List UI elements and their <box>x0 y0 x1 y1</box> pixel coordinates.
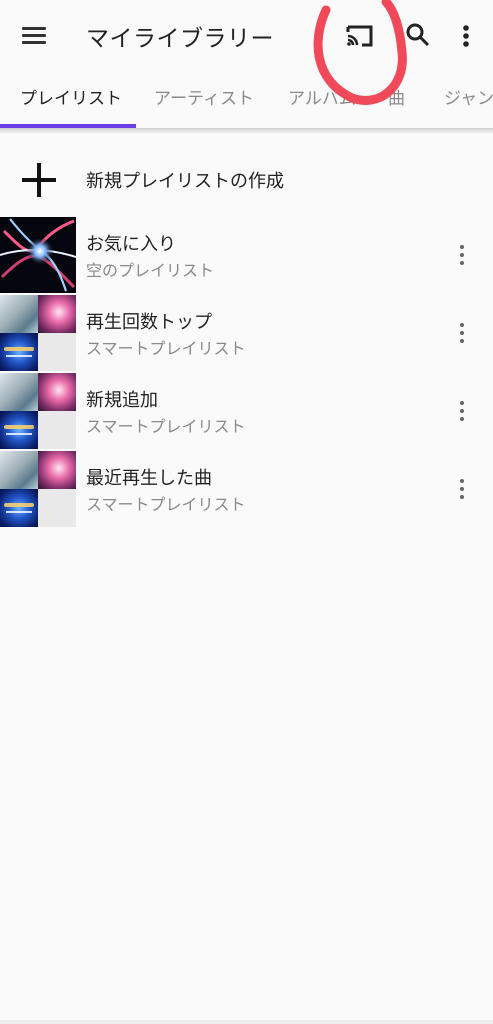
list-item[interactable]: 最近再生した曲 スマートプレイリスト <box>0 451 493 529</box>
tab-albums[interactable]: アルバム <box>288 72 356 128</box>
playlist-artwork <box>0 295 76 371</box>
plus-icon <box>22 163 56 197</box>
more-vert-icon[interactable] <box>448 473 476 505</box>
tabs-divider <box>0 128 493 134</box>
list-item[interactable]: 新規追加 スマートプレイリスト <box>0 373 493 451</box>
list-item[interactable]: 再生回数トップ スマートプレイリスト <box>0 295 493 373</box>
app-bar: マイライブラリー <box>0 0 493 72</box>
playlist-artwork <box>0 373 76 449</box>
playlist-artwork <box>0 451 76 527</box>
create-playlist-label: 新規プレイリストの作成 <box>86 171 284 192</box>
more-vert-icon[interactable] <box>448 317 476 349</box>
cast-icon[interactable] <box>340 18 380 54</box>
bottom-edge <box>0 1020 493 1024</box>
playlist-title: 新規追加 <box>86 390 158 411</box>
page-title: マイライブラリー <box>86 26 274 52</box>
tab-songs[interactable]: 曲 <box>388 72 405 128</box>
more-vert-icon[interactable] <box>448 395 476 427</box>
app-screen: マイライブラリー プレイリスト アーティスト アルバム 曲 ジャン 新規プレイリ… <box>0 0 493 1024</box>
playlist-title: 最近再生した曲 <box>86 468 212 489</box>
more-vert-icon[interactable] <box>448 239 476 271</box>
more-vert-icon[interactable] <box>452 18 480 54</box>
playlist-subtitle: スマートプレイリスト <box>86 417 246 436</box>
tab-artists[interactable]: アーティスト <box>154 72 254 128</box>
search-icon[interactable] <box>400 18 436 54</box>
tab-genres[interactable]: ジャンル <box>444 72 493 128</box>
create-playlist-button[interactable]: 新規プレイリストの作成 <box>0 150 493 210</box>
playlist-subtitle: スマートプレイリスト <box>86 495 246 514</box>
tab-playlists[interactable]: プレイリスト <box>20 72 122 128</box>
playlist-artwork <box>0 217 76 293</box>
menu-icon[interactable] <box>14 20 54 52</box>
list-item[interactable]: お気に入り 空のプレイリスト <box>0 217 493 295</box>
library-tabs: プレイリスト アーティスト アルバム 曲 ジャンル <box>0 72 493 128</box>
playlist-title: 再生回数トップ <box>86 312 212 333</box>
playlist-subtitle: スマートプレイリスト <box>86 339 246 358</box>
playlist-subtitle: 空のプレイリスト <box>86 261 215 280</box>
playlist-title: お気に入り <box>86 234 176 255</box>
